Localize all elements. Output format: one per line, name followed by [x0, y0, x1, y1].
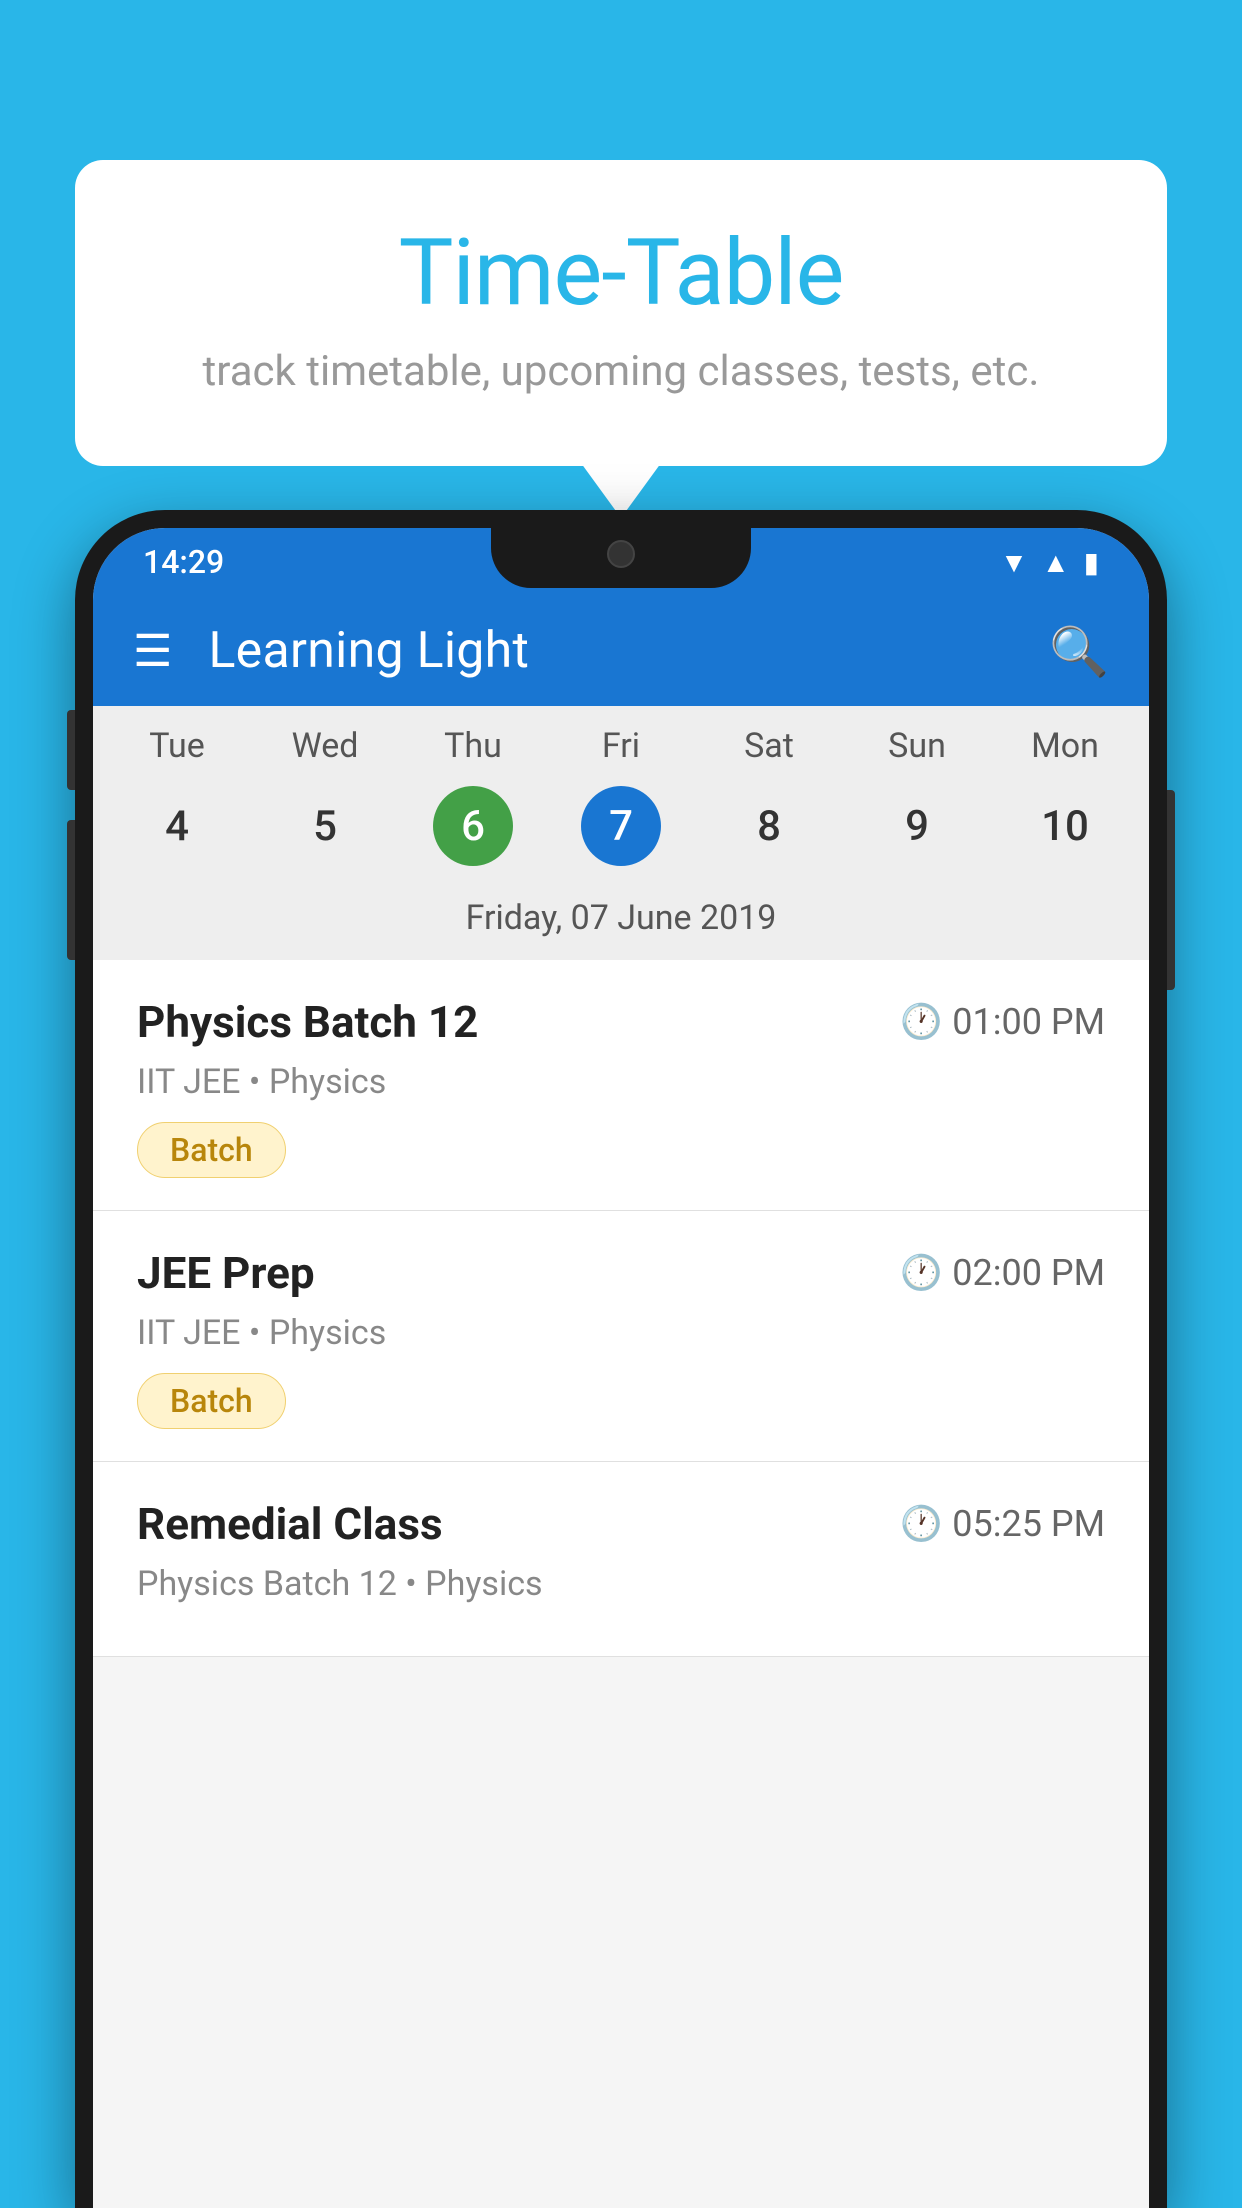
date-cell-8[interactable]: 8 [695, 786, 843, 866]
hamburger-icon[interactable]: ☰ [133, 629, 172, 673]
batch-badge-1: Batch [137, 1122, 286, 1178]
event-header-2: JEE Prep 🕐 02:00 PM [137, 1247, 1105, 1299]
clock-icon-3: 🕐 [900, 1504, 942, 1544]
date-9[interactable]: 9 [877, 786, 957, 866]
weekday-sat: Sat [695, 726, 843, 766]
weekday-mon: Mon [991, 726, 1139, 766]
date-4[interactable]: 4 [137, 786, 217, 866]
phone-camera [607, 540, 635, 568]
event-title-3: Remedial Class [137, 1498, 443, 1550]
date-8[interactable]: 8 [729, 786, 809, 866]
event-time-1: 🕐 01:00 PM [900, 1001, 1105, 1043]
event-header-3: Remedial Class 🕐 05:25 PM [137, 1498, 1105, 1550]
date-cell-4[interactable]: 4 [103, 786, 251, 866]
phone-power-button [1167, 790, 1175, 990]
tooltip-subtitle: track timetable, upcoming classes, tests… [135, 347, 1107, 396]
weekday-tue: Tue [103, 726, 251, 766]
tooltip-card: Time-Table track timetable, upcoming cla… [75, 160, 1167, 466]
search-icon[interactable]: 🔍 [1049, 623, 1109, 680]
weekday-fri: Fri [547, 726, 695, 766]
date-10[interactable]: 10 [1025, 786, 1105, 866]
date-cell-6[interactable]: 6 [399, 786, 547, 866]
event-card-physics-batch[interactable]: Physics Batch 12 🕐 01:00 PM IIT JEE • Ph… [93, 960, 1149, 1211]
tooltip-title: Time-Table [135, 220, 1107, 327]
event-meta-3: Physics Batch 12 • Physics [137, 1564, 1105, 1604]
date-cell-10[interactable]: 10 [991, 786, 1139, 866]
phone-volume-up-button [67, 710, 75, 790]
date-cell-9[interactable]: 9 [843, 786, 991, 866]
app-title: Learning Light [208, 622, 1049, 680]
date-cell-5[interactable]: 5 [251, 786, 399, 866]
event-card-jee-prep[interactable]: JEE Prep 🕐 02:00 PM IIT JEE • Physics Ba… [93, 1211, 1149, 1462]
weekday-sun: Sun [843, 726, 991, 766]
status-time: 14:29 [143, 543, 224, 581]
event-header-1: Physics Batch 12 🕐 01:00 PM [137, 996, 1105, 1048]
phone-volume-down-button [67, 820, 75, 960]
event-meta-2: IIT JEE • Physics [137, 1313, 1105, 1353]
phone-frame: 14:29 ▼ ▲ ▮ ☰ Learning Light 🔍 Tue Wed T… [75, 510, 1167, 2208]
event-card-remedial[interactable]: Remedial Class 🕐 05:25 PM Physics Batch … [93, 1462, 1149, 1657]
event-title-1: Physics Batch 12 [137, 996, 478, 1048]
phone-notch [491, 528, 751, 588]
battery-icon: ▮ [1084, 546, 1099, 579]
event-meta-1: IIT JEE • Physics [137, 1062, 1105, 1102]
weekday-wed: Wed [251, 726, 399, 766]
date-5[interactable]: 5 [285, 786, 365, 866]
batch-badge-2: Batch [137, 1373, 286, 1429]
signal-icon: ▲ [1042, 546, 1070, 579]
clock-icon-1: 🕐 [900, 1002, 942, 1042]
event-title-2: JEE Prep [137, 1247, 315, 1299]
weekday-thu: Thu [399, 726, 547, 766]
events-list: Physics Batch 12 🕐 01:00 PM IIT JEE • Ph… [93, 960, 1149, 1657]
date-cell-7[interactable]: 7 [547, 786, 695, 866]
clock-icon-2: 🕐 [900, 1253, 942, 1293]
selected-date-label: Friday, 07 June 2019 [93, 886, 1149, 960]
date-6-today[interactable]: 6 [433, 786, 513, 866]
wifi-icon: ▼ [1000, 546, 1028, 579]
dates-row: 4 5 6 7 8 9 10 [93, 776, 1149, 886]
date-7-selected[interactable]: 7 [581, 786, 661, 866]
status-icons: ▼ ▲ ▮ [1000, 546, 1099, 579]
event-time-2: 🕐 02:00 PM [900, 1252, 1105, 1294]
weekdays-row: Tue Wed Thu Fri Sat Sun Mon [93, 706, 1149, 776]
app-bar: ☰ Learning Light 🔍 [93, 596, 1149, 706]
event-time-3: 🕐 05:25 PM [900, 1503, 1105, 1545]
calendar-section: Tue Wed Thu Fri Sat Sun Mon 4 5 6 [93, 706, 1149, 960]
phone-screen: 14:29 ▼ ▲ ▮ ☰ Learning Light 🔍 Tue Wed T… [93, 528, 1149, 2208]
